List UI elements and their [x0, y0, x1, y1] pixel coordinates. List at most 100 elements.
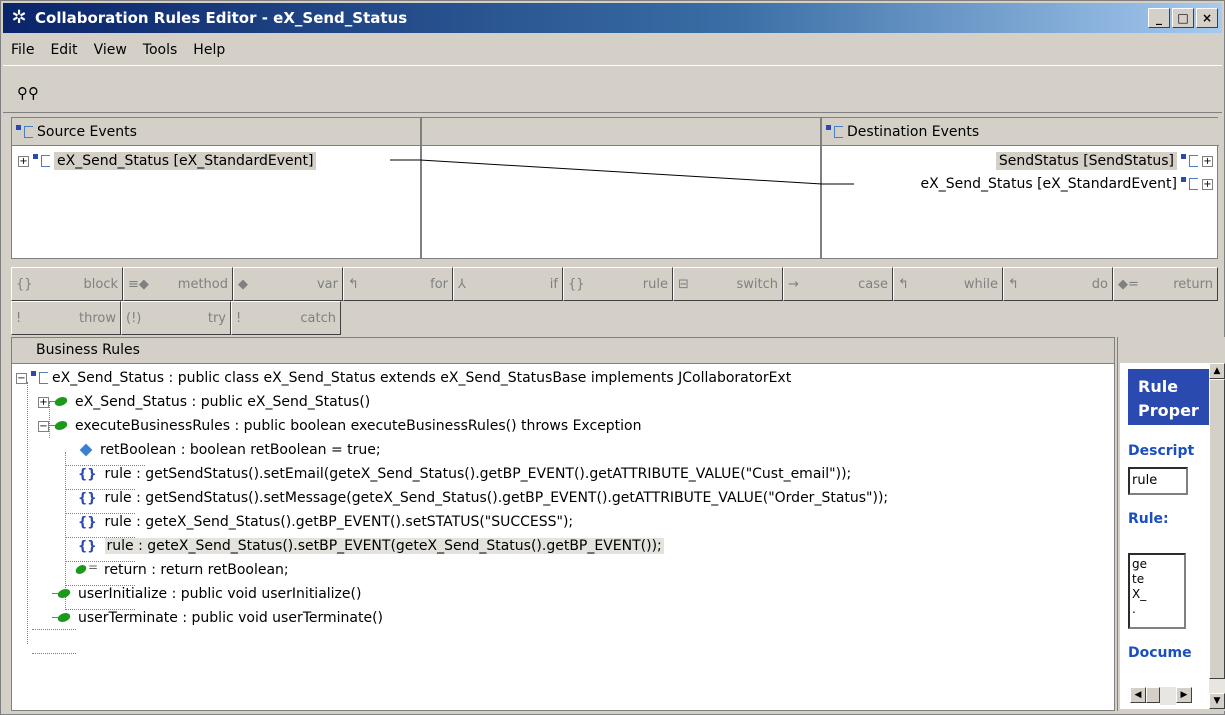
rule-braces-icon: {} [78, 538, 97, 554]
method-icon [52, 588, 72, 600]
scroll-down-icon[interactable]: ▼ [1209, 693, 1225, 709]
rule-braces-icon: {} [78, 466, 97, 482]
rule-node-selected[interactable]: {} rule : geteX_Send_Status().setBP_EVEN… [76, 536, 664, 556]
user-initialize-node[interactable]: userInitialize : public void userInitial… [52, 584, 361, 604]
toolbar-switch-button[interactable]: ⊟ switch [673, 267, 783, 301]
for-icon: ↰ [348, 276, 359, 292]
constructor-node[interactable]: + eX_Send_Status : public eX_Send_Status… [38, 392, 370, 412]
menu-view[interactable]: View [86, 42, 135, 58]
while-label: while [963, 276, 998, 292]
throw-icon: ! [16, 310, 22, 326]
rule-text-content: ge te X_ . [1132, 557, 1147, 616]
vertical-scrollbar[interactable]: ▲ ▼ [1209, 363, 1225, 709]
rule-node[interactable]: {} rule : geteX_Send_Status().getBP_EVEN… [76, 512, 573, 532]
return-icon: ◆= [1118, 276, 1139, 292]
var-label: var [316, 276, 338, 292]
maximize-button[interactable]: □ [1172, 8, 1194, 28]
variable-icon [79, 443, 93, 457]
switch-label: switch [736, 276, 778, 292]
scroll-left-icon[interactable]: ◀ [1130, 687, 1146, 703]
toolbar-block-button[interactable]: {} block [11, 267, 123, 301]
scroll-thumb[interactable] [1209, 379, 1225, 679]
throw-label: throw [79, 310, 116, 326]
switch-icon: ⊟ [678, 276, 689, 292]
method-icon [49, 396, 69, 408]
toolbar-try-button[interactable]: (!) try [121, 301, 231, 335]
try-label: try [207, 310, 226, 326]
user-initialize-label: userInitialize : public void userInitial… [78, 586, 362, 602]
collapse-icon[interactable]: − [16, 372, 27, 384]
rule-label: rule : geteX_Send_Status().setBP_EVENT(g… [104, 538, 664, 554]
class-node[interactable]: − eX_Send_Status : public class eX_Send_… [16, 368, 791, 388]
menu-help[interactable]: Help [185, 42, 233, 58]
execute-method-node[interactable]: − executeBusinessRules : public boolean … [38, 416, 641, 436]
catch-icon: ! [236, 310, 242, 326]
window-title: Collaboration Rules Editor - eX_Send_Sta… [35, 9, 408, 27]
toolbar-while-button[interactable]: ↰ while [893, 267, 1003, 301]
title-bar[interactable]: ✲ Collaboration Rules Editor - eX_Send_S… [3, 3, 1222, 33]
menu-bar: File Edit View Tools Help [3, 37, 233, 63]
menu-edit[interactable]: Edit [42, 42, 85, 58]
rule-element-toolbar: {} block ≡◆ method ◆ var ↰ for ⅄ if {} rule ⊟ switch →… [11, 265, 1218, 337]
toolbar-return-button[interactable]: ◆= return [1113, 267, 1218, 301]
rule-text-area[interactable]: ge te X_ . [1128, 553, 1186, 629]
variable-node[interactable]: retBoolean : boolean retBoolean = true; [76, 440, 381, 460]
scroll-thumb[interactable] [1146, 687, 1160, 703]
user-terminate-node[interactable]: userTerminate : public void userTerminat… [52, 608, 383, 628]
toolbar-method-button[interactable]: ≡◆ method [123, 267, 233, 301]
business-rules-header: Business Rules [12, 338, 1114, 364]
rule-label: rule [642, 276, 668, 292]
documentation-label: Docume [1128, 645, 1192, 661]
expand-icon[interactable]: + [38, 396, 49, 408]
menu-tools[interactable]: Tools [135, 42, 186, 58]
main-toolbar: ⚲⚲ [3, 65, 1222, 113]
collapse-icon[interactable]: − [38, 420, 49, 432]
toolbar-throw-button[interactable]: ! throw [11, 301, 121, 335]
close-button[interactable]: × [1196, 8, 1218, 28]
toolbar-for-button[interactable]: ↰ for [343, 267, 453, 301]
scroll-up-icon[interactable]: ▲ [1209, 363, 1225, 379]
variable-label: retBoolean : boolean retBoolean = true; [100, 442, 381, 458]
properties-title-line1: Rule [1138, 377, 1179, 396]
try-icon: (!) [126, 310, 142, 326]
gear-app-icon: ✲ [11, 7, 27, 28]
class-node-label: eX_Send_Status : public class eX_Send_St… [52, 370, 792, 386]
execute-method-label: executeBusinessRules : public boolean ex… [75, 418, 642, 434]
catch-label: catch [300, 310, 336, 326]
rule-node[interactable]: {} rule : getSendStatus().setEmail(geteX… [76, 464, 851, 484]
toolbar-rule-button[interactable]: {} rule [563, 267, 673, 301]
return-node[interactable]: return : return retBoolean; [76, 560, 289, 580]
toolbar-if-button[interactable]: ⅄ if [453, 267, 563, 301]
block-icon: {} [16, 276, 33, 292]
method-label: method [177, 276, 228, 292]
constructor-label: eX_Send_Status : public eX_Send_Status() [75, 394, 371, 410]
menu-file[interactable]: File [3, 42, 42, 58]
toolbar-do-button[interactable]: ↰ do [1003, 267, 1113, 301]
return-icon [76, 560, 98, 576]
toolbar-catch-button[interactable]: ! catch [231, 301, 341, 335]
rule-icon: {} [568, 276, 585, 292]
if-label: if [549, 276, 558, 292]
minimize-button[interactable]: _ [1148, 8, 1170, 28]
properties-title-line2: Proper [1138, 401, 1199, 420]
description-field[interactable]: rule [1128, 467, 1188, 495]
return-label: return [1173, 276, 1213, 292]
rule-node[interactable]: {} rule : getSendStatus().setMessage(get… [76, 488, 888, 508]
horizontal-scrollbar[interactable]: ◀ ▶ [1130, 687, 1192, 705]
rule-braces-icon: {} [78, 514, 97, 530]
description-label: Descript [1128, 443, 1195, 459]
do-label: do [1091, 276, 1108, 292]
var-icon: ◆ [238, 276, 248, 292]
method-icon [52, 612, 72, 624]
scroll-right-icon[interactable]: ▶ [1176, 687, 1192, 703]
rule-braces-icon: {} [78, 490, 97, 506]
for-label: for [430, 276, 448, 292]
rule-label: rule : getSendStatus().setEmail(geteX_Se… [104, 466, 852, 482]
toolbar-var-button[interactable]: ◆ var [233, 267, 343, 301]
mapping-connection-line [390, 159, 854, 185]
toolbar-case-button[interactable]: → case [783, 267, 893, 301]
do-icon: ↰ [1008, 276, 1019, 292]
rule-properties-panel: Rule Proper Descript rule Rule: ge te X_… [1117, 337, 1225, 711]
binoculars-find-icon[interactable]: ⚲⚲ [17, 84, 39, 102]
while-icon: ↰ [898, 276, 909, 292]
